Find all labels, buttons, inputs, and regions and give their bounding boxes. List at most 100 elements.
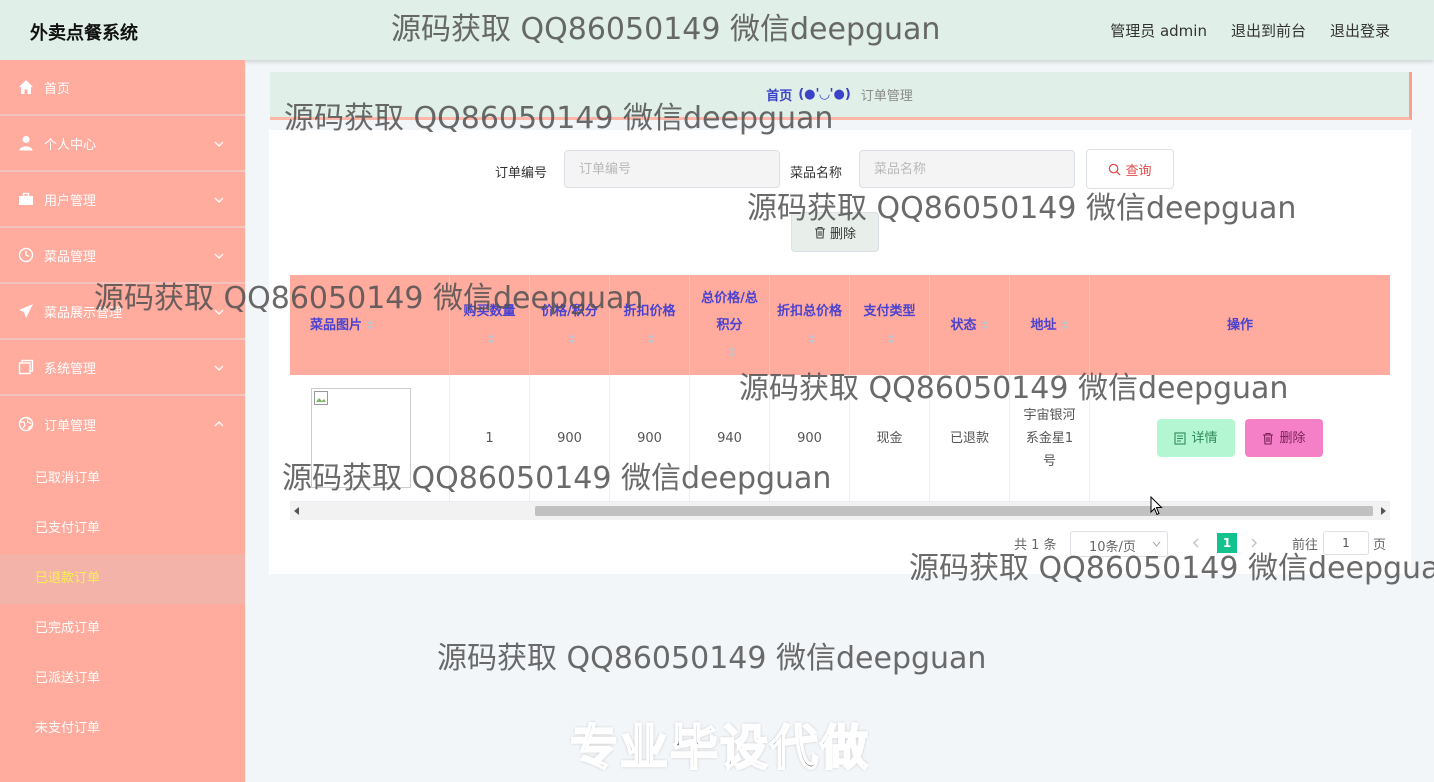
sidebar-item-home[interactable]: 首页 — [0, 60, 245, 116]
breadcrumb-current: 订单管理 — [860, 89, 913, 104]
chevron-up-icon — [214, 421, 224, 427]
order-no-input[interactable] — [564, 150, 780, 188]
sidebar-item-dish-display[interactable]: 菜品展示管理 — [0, 284, 245, 340]
top-header: 外卖点餐系统 管理员 admin 退出到前台 退出登录 — [0, 0, 1434, 60]
col-quantity[interactable]: 购买数量 — [450, 275, 530, 375]
home-icon — [18, 79, 34, 95]
submenu-delivered-orders[interactable]: 已派送订单 — [0, 654, 245, 704]
sort-icon — [888, 333, 895, 344]
sort-icon — [981, 320, 988, 330]
page-number-current[interactable]: 1 — [1217, 533, 1237, 553]
sidebar-item-system[interactable]: 系统管理 — [0, 340, 245, 396]
detail-button[interactable]: 详情 — [1157, 419, 1235, 457]
cell-address: 宇宙银河系金星1号 — [1010, 375, 1090, 501]
paper-plane-icon — [18, 303, 34, 319]
orders-table: 菜品图片 购买数量 价格/积分 折扣价格 总价格/总积分 折扣总价格 支付类型 … — [290, 275, 1390, 502]
query-button-label: 查询 — [1125, 163, 1152, 179]
sort-icon — [488, 333, 495, 344]
document-icon — [1174, 431, 1187, 445]
sidebar-item-label: 订单管理 — [44, 418, 97, 434]
sidebar-item-label: 菜品管理 — [44, 249, 97, 265]
next-page-icon[interactable] — [1250, 538, 1258, 548]
prev-page-icon[interactable] — [1192, 538, 1200, 548]
search-icon — [1109, 163, 1122, 176]
goto-page-input[interactable] — [1323, 531, 1369, 555]
col-total-price[interactable]: 总价格/总积分 — [690, 275, 770, 375]
main-panel: 订单编号 菜品名称 查询 删除 菜品图片 购买数量 价格/积分 折扣价格 总价格… — [269, 130, 1411, 574]
col-discount-total[interactable]: 折扣总价格 — [770, 275, 850, 375]
clock-icon — [18, 247, 34, 263]
sidebar-item-orders[interactable]: 订单管理 — [0, 396, 245, 452]
page-suffix: 页 — [1373, 538, 1387, 553]
scroll-right-arrow-icon[interactable] — [1380, 507, 1386, 515]
col-discount-price[interactable]: 折扣价格 — [610, 275, 690, 375]
breadcrumb-separator: (●'◡'●) — [798, 87, 851, 102]
sidebar-item-label: 菜品展示管理 — [44, 305, 123, 321]
cell-total-price: 940 — [690, 375, 770, 501]
sidebar-item-label: 首页 — [44, 81, 71, 97]
cell-pay-type: 现金 — [850, 375, 930, 501]
cell-status: 已退款 — [930, 375, 1010, 501]
goto-label: 前往 — [1292, 538, 1319, 553]
table-header: 菜品图片 购买数量 价格/积分 折扣价格 总价格/总积分 折扣总价格 支付类型 … — [290, 275, 1390, 375]
scrollbar-thumb[interactable] — [535, 506, 1373, 516]
submenu-refunded-orders[interactable]: 已退款订单 — [0, 554, 245, 604]
order-no-label: 订单编号 — [495, 166, 548, 181]
chevron-down-icon — [214, 309, 224, 315]
broken-image-icon — [313, 391, 328, 405]
cell-actions: 详情 删除 — [1090, 375, 1390, 501]
chevron-down-icon — [214, 197, 224, 203]
detail-button-label: 详情 — [1191, 430, 1218, 446]
col-pay-type[interactable]: 支付类型 — [850, 275, 930, 375]
sidebar-item-label: 系统管理 — [44, 361, 97, 377]
table-row: 1 900 900 940 900 现金 已退款 宇宙银河系金星1号 详情 删除 — [290, 375, 1390, 502]
sort-icon — [568, 333, 575, 344]
admin-label: 管理员 admin — [1110, 22, 1207, 40]
page-size-value: 10条/页 — [1089, 540, 1136, 555]
sidebar-item-personal[interactable]: 个人中心 — [0, 116, 245, 172]
exit-to-front-link[interactable]: 退出到前台 — [1231, 20, 1306, 41]
breadcrumb: 首页 (●'◡'●) 订单管理 — [270, 72, 1412, 120]
col-actions: 操作 — [1226, 317, 1253, 333]
cell-discount-price: 900 — [610, 375, 690, 501]
chevron-down-icon — [1152, 541, 1161, 547]
trash-icon — [1263, 432, 1274, 445]
sidebar-item-label: 个人中心 — [44, 137, 97, 153]
col-address[interactable]: 地址 — [1010, 275, 1090, 375]
dish-name-label: 菜品名称 — [790, 166, 843, 181]
sort-icon — [728, 347, 735, 357]
trash-icon — [814, 226, 825, 239]
batch-delete-label: 删除 — [829, 226, 856, 242]
submenu-paid-orders[interactable]: 已支付订单 — [0, 504, 245, 554]
user-icon — [18, 135, 34, 151]
query-button[interactable]: 查询 — [1086, 149, 1174, 189]
submenu-completed-orders[interactable]: 已完成订单 — [0, 604, 245, 654]
banner-watermark: 专业毕设代做 — [569, 719, 871, 777]
orders-submenu: 已取消订单 已支付订单 已退款订单 已完成订单 已派送订单 未支付订单 — [0, 454, 245, 754]
watermark: 源码获取 QQ86050149 微信deepguan — [437, 641, 987, 676]
col-status[interactable]: 状态 — [930, 275, 1010, 375]
delete-button[interactable]: 删除 — [1245, 419, 1323, 457]
table-horizontal-scrollbar[interactable] — [290, 502, 1390, 520]
logout-link[interactable]: 退出登录 — [1330, 20, 1390, 41]
pagination-total: 共 1 条 — [1014, 538, 1057, 553]
submenu-unpaid-orders[interactable]: 未支付订单 — [0, 704, 245, 754]
cell-discount-total: 900 — [770, 375, 850, 501]
col-dish-image[interactable]: 菜品图片 — [290, 275, 450, 375]
sidebar-item-users[interactable]: 用户管理 — [0, 172, 245, 228]
chevron-down-icon — [214, 253, 224, 259]
submenu-cancelled-orders[interactable]: 已取消订单 — [0, 454, 245, 504]
sort-icon — [808, 333, 815, 344]
page-size-select[interactable]: 10条/页 — [1070, 531, 1168, 557]
batch-delete-button[interactable]: 删除 — [791, 212, 879, 252]
header-actions: 管理员 admin 退出到前台 退出登录 — [1110, 20, 1390, 41]
sort-icon — [648, 333, 655, 344]
globe-icon — [18, 416, 34, 432]
breadcrumb-home-link[interactable]: 首页 — [766, 85, 792, 104]
scroll-left-arrow-icon[interactable] — [294, 507, 300, 515]
col-price[interactable]: 价格/积分 — [530, 275, 610, 375]
cell-dish-image — [290, 375, 450, 501]
mouse-cursor-icon — [1150, 496, 1163, 516]
sidebar-item-dishes[interactable]: 菜品管理 — [0, 228, 245, 284]
dish-name-input[interactable] — [859, 150, 1075, 188]
